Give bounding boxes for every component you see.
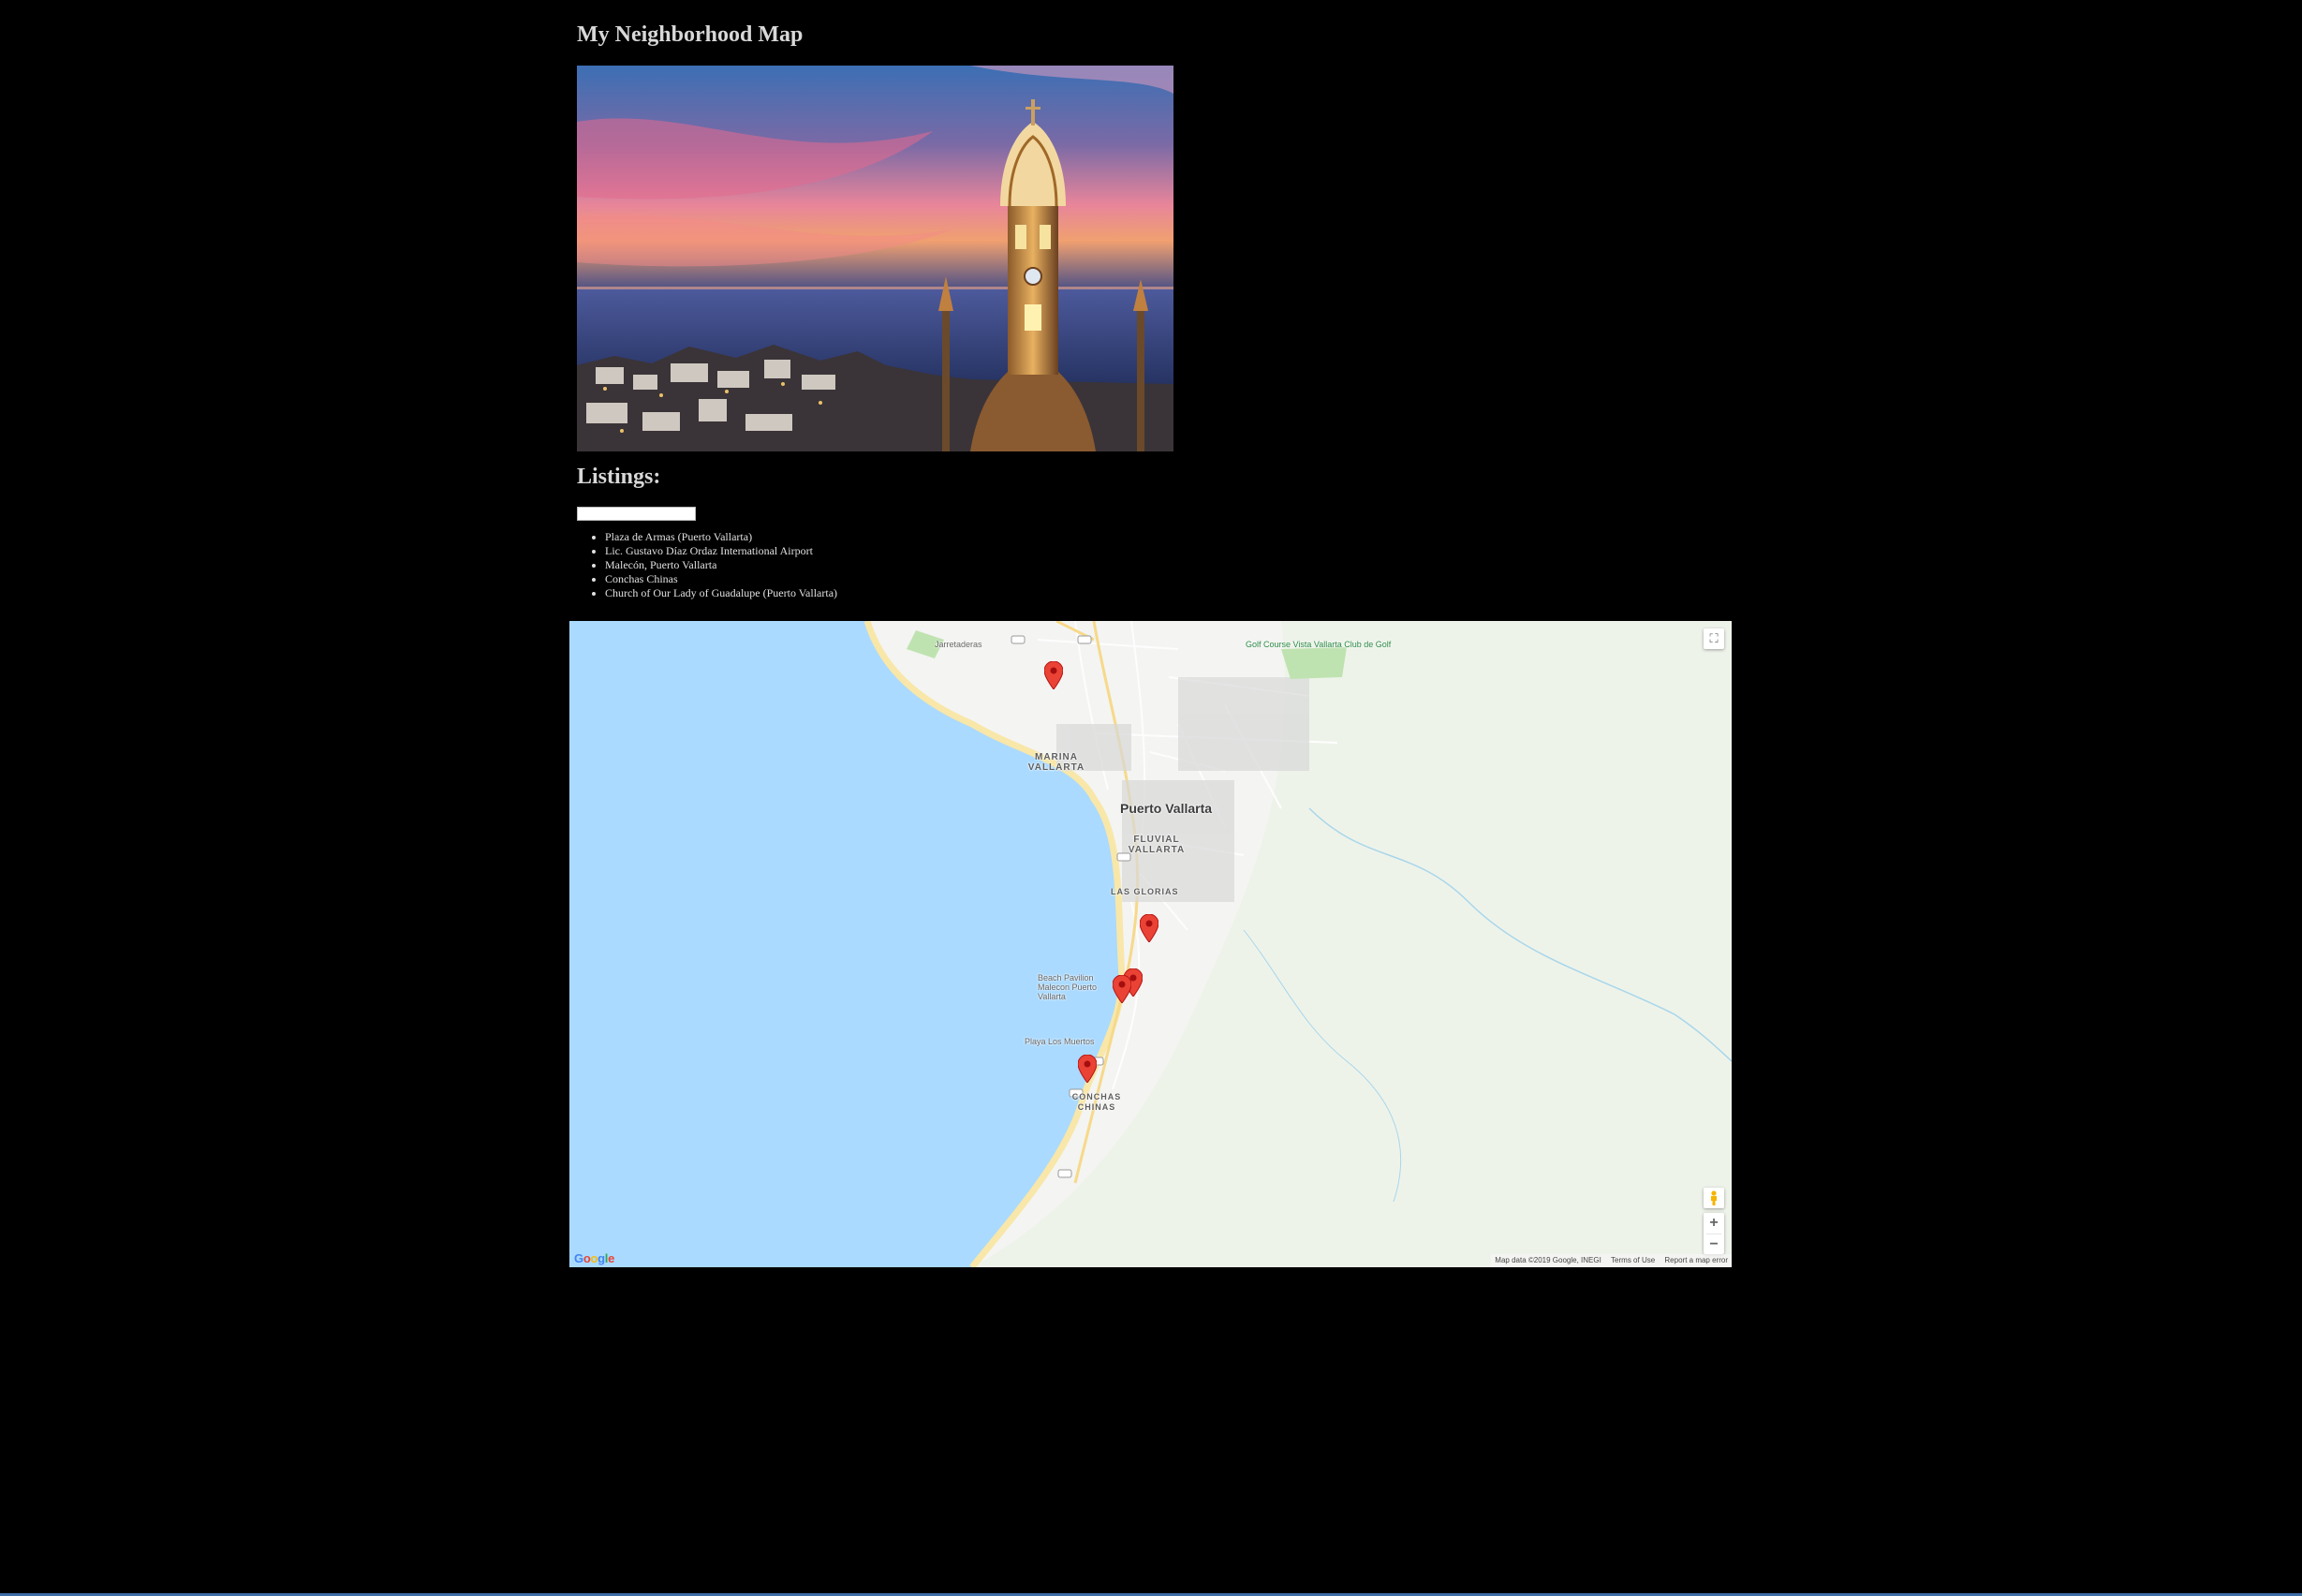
label-jarretaderas: Jarretaderas — [935, 640, 982, 649]
list-item[interactable]: Lic. Gustavo Díaz Ordaz International Ai… — [605, 544, 837, 558]
label-puerto-vallarta: Puerto Vallarta — [1120, 801, 1213, 816]
list-item[interactable]: Malecón, Puerto Vallarta — [605, 558, 837, 572]
map-marker[interactable] — [1044, 661, 1063, 689]
fullscreen-icon: ⛶ — [1709, 631, 1719, 645]
list-item[interactable]: Plaza de Armas (Puerto Vallarta) — [605, 530, 837, 544]
report-error-link[interactable]: Report a map error — [1664, 1256, 1728, 1264]
label-conchas-chinas: CONCHAS CHINAS — [1071, 1092, 1122, 1112]
pegman-icon — [1711, 1190, 1717, 1205]
map[interactable]: Jarretaderas Golf Course Vista Vallarta … — [569, 621, 1732, 1267]
filter-input[interactable] — [577, 507, 696, 521]
zoom-control: + − — [1704, 1213, 1724, 1254]
hero-photo — [577, 66, 1173, 451]
pegman-button[interactable] — [1704, 1188, 1724, 1208]
label-beach-pavilion: Beach Pavilion Malecon Puerto Vallarta — [1038, 973, 1098, 1001]
list-item[interactable]: Conchas Chinas — [605, 572, 837, 586]
label-golf-course: Golf Course Vista Vallarta Club de Golf — [1246, 640, 1392, 649]
map-marker[interactable] — [1140, 914, 1158, 942]
zoom-out-button[interactable]: − — [1704, 1234, 1724, 1255]
label-playa-los-muertos: Playa Los Muertos — [1025, 1037, 1095, 1046]
zoom-in-button[interactable]: + — [1704, 1213, 1724, 1234]
google-logo: Google — [574, 1251, 615, 1265]
map-terrain — [569, 621, 1732, 1267]
terms-of-use-link[interactable]: Terms of Use — [1611, 1256, 1655, 1264]
map-marker[interactable] — [1113, 975, 1131, 1003]
map-attribution: Map data ©2019 Google, INEGI Terms of Us… — [1491, 1254, 1732, 1267]
page-title: My Neighborhood Map — [577, 22, 804, 47]
label-las-glorias: LAS GLORIAS — [1111, 887, 1179, 896]
list-item[interactable]: Church of Our Lady of Guadalupe (Puerto … — [605, 586, 837, 600]
map-data-credit: Map data ©2019 Google, INEGI — [1495, 1256, 1601, 1264]
fullscreen-button[interactable]: ⛶ — [1704, 628, 1724, 649]
label-fluvial-vallarta: FLUVIAL VALLARTA — [1128, 835, 1186, 855]
listings-heading: Listings: — [577, 465, 661, 489]
hero-image — [577, 66, 1173, 451]
listings-list: Plaza de Armas (Puerto Vallarta) Lic. Gu… — [577, 530, 837, 600]
map-marker[interactable] — [1078, 1055, 1097, 1083]
label-marina-vallarta: MARINA VALLARTA — [1027, 752, 1085, 773]
